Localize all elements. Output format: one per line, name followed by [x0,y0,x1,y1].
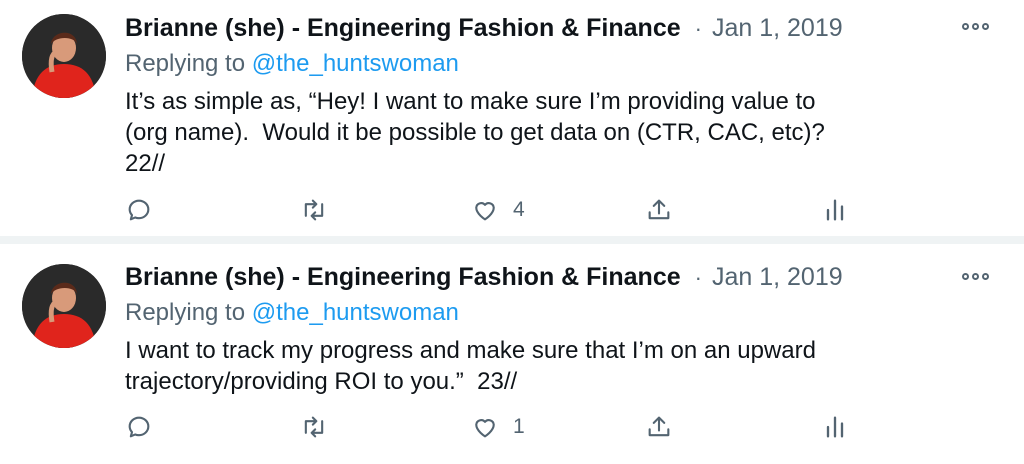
reply-button[interactable] [125,410,153,444]
like-count: 1 [513,415,525,438]
tweet[interactable]: Brianne (she) - Engineering Fashion & Fi… [0,0,1024,236]
tweet-date[interactable]: Jan 1, 2019 [712,263,843,292]
tweet[interactable]: Brianne (she) - Engineering Fashion & Fi… [0,244,1024,464]
author-name[interactable]: Brianne (she) - Engineering Fashion & Fi… [125,263,681,292]
share-button[interactable] [645,410,673,444]
retweet-icon [304,416,324,438]
reply-icon [128,199,150,221]
replying-to: Replying to @the_huntswoman [125,299,459,327]
tweet-divider [0,236,1024,244]
separator: · [694,16,702,41]
tweet-header: Brianne (she) - Engineering Fashion & Fi… [125,14,1024,48]
reply-handle-link[interactable]: @the_huntswoman [252,299,459,326]
replying-to: Replying to @the_huntswoman [125,50,459,78]
analytics-button[interactable] [821,410,849,444]
share-icon [648,416,670,437]
tweet-text: It’s as simple as, “Hey! I want to make … [125,88,825,177]
like-button[interactable]: 4 [471,193,525,227]
avatar[interactable] [22,264,106,348]
tweet-date[interactable]: Jan 1, 2019 [712,14,843,43]
share-icon [648,199,670,220]
heart-icon [475,202,495,221]
avatar[interactable] [22,14,106,98]
more-icon[interactable] [962,270,990,282]
replying-to-label: Replying to [125,299,246,326]
tweet-text: I want to track my progress and make sur… [125,337,816,395]
more-icon[interactable] [962,20,990,32]
retweet-button[interactable] [300,193,328,227]
heart-icon [475,419,495,438]
action-bar: 1 [125,410,865,444]
tweet-header: Brianne (she) - Engineering Fashion & Fi… [125,263,1024,297]
analytics-icon [826,416,844,438]
share-button[interactable] [645,193,673,227]
reply-icon [128,416,150,438]
retweet-button[interactable] [300,410,328,444]
avatar-image [22,14,106,98]
reply-button[interactable] [125,193,153,227]
author-name[interactable]: Brianne (she) - Engineering Fashion & Fi… [125,14,681,43]
reply-handle-link[interactable]: @the_huntswoman [252,50,459,77]
retweet-icon [304,199,324,221]
like-button[interactable]: 1 [471,410,525,444]
analytics-icon [826,199,844,221]
action-bar: 4 [125,193,865,227]
replying-to-label: Replying to [125,50,246,77]
analytics-button[interactable] [821,193,849,227]
like-count: 4 [513,198,525,221]
separator: · [694,265,702,290]
avatar-image [22,264,106,348]
